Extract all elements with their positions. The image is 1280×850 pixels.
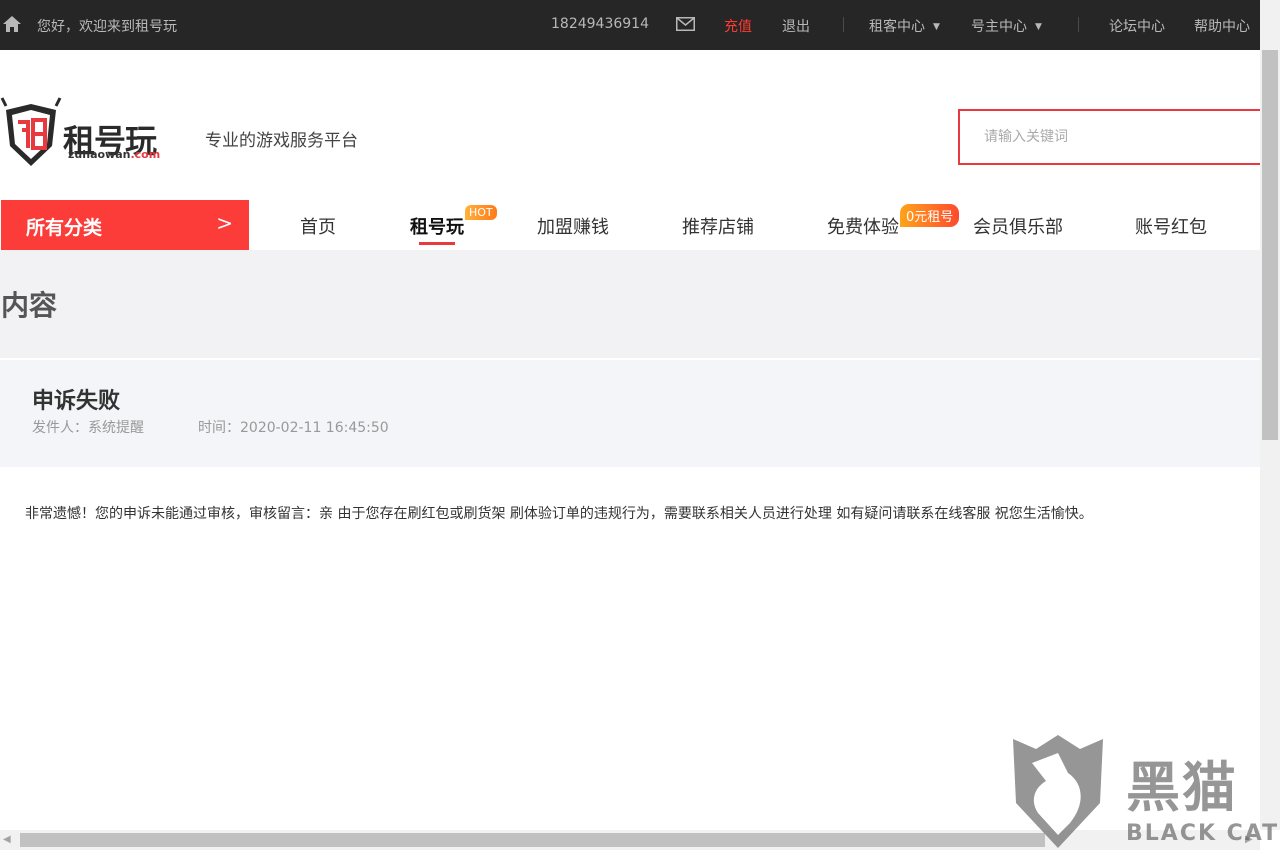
nav-item-vip-club[interactable]: 会员俱乐部	[973, 213, 1063, 239]
caret-down-icon: ▼	[1035, 22, 1042, 32]
search-input[interactable]	[960, 111, 1260, 163]
site-logo[interactable]: 租号玩 zuhaowan.com	[0, 96, 190, 170]
owner-center-label: 号主中心	[971, 19, 1027, 35]
all-categories-label: 所有分类	[26, 217, 103, 239]
caret-down-icon: ▼	[933, 22, 940, 32]
scrollbar-thumb[interactable]	[20, 833, 1045, 847]
mail-icon[interactable]	[676, 17, 695, 31]
page: 您好，欢迎来到租号玩 18249436914 充值 退出 租客中心 ▼ 号主中心 ▼…	[0, 0, 1280, 850]
watermark-cn: 黑猫	[1126, 756, 1238, 819]
renter-center-label: 租客中心	[869, 19, 925, 35]
owner-center-menu[interactable]: 号主中心 ▼	[971, 16, 1042, 36]
scroll-left-arrow-icon[interactable]: ◀	[3, 834, 11, 845]
message-body: 非常遗憾！您的申诉未能通过审核，审核留言：亲 由于您存在刷红包或刷货架 刷体验订…	[25, 506, 1093, 522]
all-categories-button[interactable]: 所有分类 >	[1, 200, 249, 250]
divider	[843, 17, 844, 32]
nav-item-free-trial[interactable]: 免费体验	[827, 213, 899, 239]
scrollbar-thumb[interactable]	[1262, 50, 1278, 440]
nav-item-home[interactable]: 首页	[300, 213, 336, 239]
site-tagline: 专业的游戏服务平台	[205, 131, 358, 151]
message-sender: 发件人：系统提醒	[32, 420, 144, 436]
nav-item-red-packet[interactable]: 账号红包	[1135, 213, 1207, 239]
renter-center-menu[interactable]: 租客中心 ▼	[869, 16, 940, 36]
divider	[1078, 17, 1079, 32]
main-nav: 所有分类 > 首页 租号玩 加盟赚钱 推荐店铺 免费体验 会员俱乐部 账号红包	[0, 200, 1260, 250]
nav-item-franchise[interactable]: 加盟赚钱	[537, 213, 609, 239]
section-header-bar	[0, 250, 1260, 358]
hot-badge: HOT	[465, 205, 497, 220]
message-time: 时间：2020-02-11 16:45:50	[198, 420, 389, 436]
help-link[interactable]: 帮助中心	[1194, 16, 1250, 36]
message-title: 申诉失败	[32, 389, 121, 414]
watermark-en: BLACK CAT	[1126, 821, 1280, 846]
blackcat-watermark: 黑猫 BLACK CAT	[1008, 733, 1280, 850]
nav-item-zuhaowan[interactable]: 租号玩	[410, 213, 464, 245]
shield-logo-icon	[0, 97, 62, 166]
home-icon[interactable]	[2, 14, 22, 34]
top-bar: 您好，欢迎来到租号玩 18249436914 充值 退出 租客中心 ▼ 号主中心 ▼…	[0, 0, 1260, 50]
chevron-right-icon: >	[216, 211, 233, 235]
logout-link[interactable]: 退出	[782, 16, 810, 36]
vertical-scrollbar[interactable]	[1260, 0, 1280, 830]
cat-shield-icon	[1013, 735, 1103, 848]
forum-link[interactable]: 论坛中心	[1109, 16, 1165, 36]
free-rent-badge: 0元租号	[900, 204, 960, 227]
user-phone-link[interactable]: 18249436914	[551, 16, 649, 32]
greeting-text: 您好，欢迎来到租号玩	[37, 19, 177, 35]
nav-item-shops[interactable]: 推荐店铺	[682, 213, 754, 239]
logo-domain-tld: .com	[130, 148, 161, 161]
logo-domain-main: zuhaowan	[68, 148, 131, 161]
search-box	[958, 109, 1260, 165]
page-title: 内容	[1, 289, 58, 322]
message-header	[0, 360, 1260, 467]
recharge-link[interactable]: 充值	[724, 16, 752, 36]
logo-domain: zuhaowan.com	[68, 148, 160, 161]
